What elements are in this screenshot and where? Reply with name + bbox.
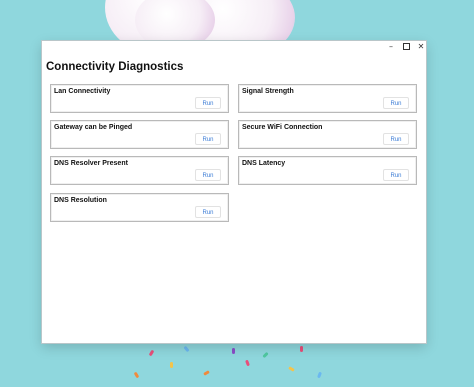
window-titlebar[interactable]: – ✕ (42, 41, 426, 53)
test-card-lan-connectivity: Lan Connectivity Run (50, 84, 229, 113)
test-card-signal-strength: Signal Strength Run (238, 84, 417, 113)
test-card-dns-resolver: DNS Resolver Present Run (50, 156, 229, 185)
run-button-signal-strength[interactable]: Run (383, 97, 409, 109)
test-label: DNS Resolution (54, 197, 107, 204)
test-card-secure-wifi: Secure WiFi Connection Run (238, 120, 417, 149)
wallpaper-sprinkle (288, 366, 295, 372)
wallpaper-sprinkle (148, 349, 155, 357)
run-button-lan-connectivity[interactable]: Run (195, 97, 221, 109)
test-card-dns-latency: DNS Latency Run (238, 156, 417, 185)
test-label: Lan Connectivity (54, 88, 111, 95)
wallpaper-sprinkle (170, 362, 173, 368)
wallpaper-sprinkle (262, 351, 269, 359)
test-card-gateway-ping: Gateway can be Pinged Run (50, 120, 229, 149)
test-label: DNS Latency (242, 160, 286, 167)
minimize-icon[interactable]: – (384, 41, 398, 53)
test-label: Gateway can be Pinged (54, 124, 133, 131)
test-label: Signal Strength (242, 88, 294, 95)
wallpaper-sprinkle (317, 371, 322, 379)
run-button-secure-wifi[interactable]: Run (383, 133, 409, 145)
run-button-gateway-ping[interactable]: Run (195, 133, 221, 145)
page-title: Connectivity Diagnostics (46, 61, 184, 73)
run-button-dns-resolution[interactable]: Run (195, 206, 221, 218)
wallpaper-sprinkle (245, 359, 250, 367)
wallpaper-sprinkle (203, 370, 210, 376)
wallpaper-sprinkle (232, 348, 235, 354)
test-label: DNS Resolver Present (54, 160, 128, 167)
test-label: Secure WiFi Connection (242, 124, 323, 131)
close-icon[interactable]: ✕ (414, 41, 428, 53)
wallpaper-sprinkle (300, 346, 303, 352)
run-button-dns-resolver[interactable]: Run (195, 169, 221, 181)
maximize-icon[interactable] (399, 41, 413, 53)
wallpaper-sprinkle (133, 371, 140, 379)
wallpaper-sprinkle (183, 345, 190, 353)
run-button-dns-latency[interactable]: Run (383, 169, 409, 181)
test-card-dns-resolution: DNS Resolution Run (50, 193, 229, 222)
diagnostics-window: – ✕ Connectivity Diagnostics Lan Connect… (42, 41, 426, 343)
